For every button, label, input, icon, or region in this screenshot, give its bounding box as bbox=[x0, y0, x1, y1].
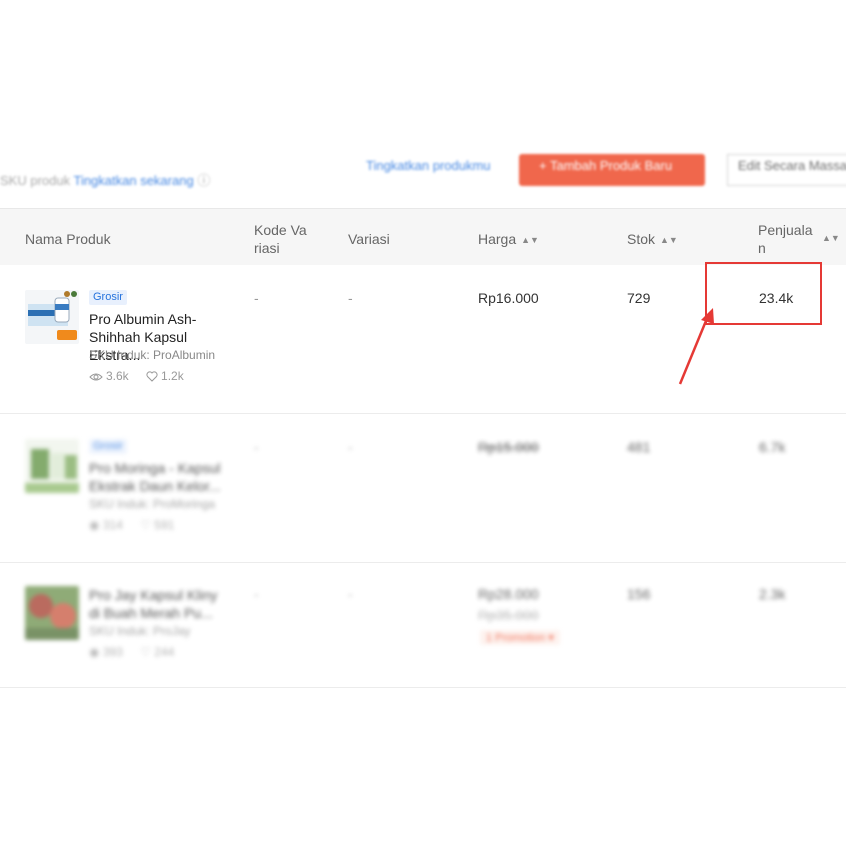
column-stock-label: Stok bbox=[627, 231, 656, 247]
variant-code: - bbox=[254, 586, 259, 602]
wholesale-badge: Grosir bbox=[89, 439, 127, 454]
heart-icon: ♡ bbox=[140, 518, 155, 532]
variant: - bbox=[348, 439, 353, 455]
sku-note-text: SKU produk bbox=[0, 173, 71, 188]
upgrade-products-link[interactable]: Tingkatkan produkmu bbox=[366, 158, 491, 173]
views-count: 393 bbox=[102, 645, 123, 659]
product-stats: 3.6k 1.2k bbox=[89, 369, 184, 383]
views-count: 3.6k bbox=[106, 369, 129, 383]
parent-sku: SKU Induk: ProAlbumin bbox=[89, 348, 216, 362]
column-sales[interactable]: Penjualan bbox=[758, 221, 814, 257]
column-price[interactable]: Harga ▲▼ bbox=[478, 230, 539, 249]
mass-edit-button[interactable]: Edit Secara Massal bbox=[727, 154, 846, 186]
highlight-box bbox=[705, 262, 822, 325]
product-stats: ◉ 314 ♡ 591 bbox=[89, 518, 174, 532]
heart-icon bbox=[146, 369, 161, 383]
eye-icon: ◉ bbox=[89, 645, 103, 659]
stock[interactable]: 729 bbox=[627, 290, 650, 306]
eye-icon: ◉ bbox=[89, 518, 103, 532]
table-header: Nama Produk Kode Va riasi Variasi Harga ▲… bbox=[0, 208, 846, 265]
annotation-arrow-icon bbox=[678, 308, 714, 385]
product-thumbnail[interactable] bbox=[25, 586, 79, 640]
variant-code: - bbox=[254, 290, 259, 306]
product-stats: ◉ 393 ♡ 244 bbox=[89, 645, 174, 659]
column-variant-code: Kode Va riasi bbox=[254, 222, 307, 256]
variant: - bbox=[348, 586, 353, 602]
variant: - bbox=[348, 290, 353, 306]
upgrade-now-link[interactable]: Tingkatkan sekarang bbox=[73, 173, 193, 188]
variant-code: - bbox=[254, 439, 259, 455]
column-variant: Variasi bbox=[348, 231, 390, 247]
product-name[interactable]: Pro Jay Kapsul Kliny di Buah Merah Pu... bbox=[89, 586, 221, 622]
likes-count: 1.2k bbox=[161, 369, 184, 383]
sort-icon[interactable]: ▲▼ bbox=[822, 233, 840, 243]
table-row: Pro Jay Kapsul Kliny di Buah Merah Pu...… bbox=[0, 563, 846, 688]
caret-down-icon: ▾ bbox=[548, 632, 554, 644]
price[interactable]: Rp28.000 bbox=[478, 586, 539, 602]
eye-icon bbox=[89, 369, 106, 383]
wholesale-badge: Grosir bbox=[89, 290, 127, 305]
add-product-button[interactable]: + Tambah Produk Baru bbox=[519, 154, 705, 186]
column-price-label: Harga bbox=[478, 231, 517, 247]
table-row: Grosir Pro Moringa - Kapsul Ekstrak Daun… bbox=[0, 414, 846, 563]
stock[interactable]: 481 bbox=[627, 439, 650, 455]
sku-note: SKU produk Tingkatkan sekarang ⓘ bbox=[0, 170, 210, 189]
price[interactable]: Rp15.000 bbox=[478, 439, 539, 455]
help-icon: ⓘ bbox=[197, 173, 211, 188]
toolbar: SKU produk Tingkatkan sekarang ⓘ Tingkat… bbox=[0, 150, 846, 206]
likes-count: 591 bbox=[154, 518, 175, 532]
column-product-name: Nama Produk bbox=[25, 231, 111, 247]
product-thumbnail[interactable] bbox=[25, 439, 79, 493]
promotion-label: 1 Promotion bbox=[486, 632, 546, 644]
product-name[interactable]: Pro Moringa - Kapsul Ekstrak Daun Kelor.… bbox=[89, 459, 221, 495]
sales: 6.7k bbox=[759, 439, 786, 455]
views-count: 314 bbox=[102, 518, 123, 532]
likes-count: 244 bbox=[154, 645, 175, 659]
parent-sku: SKU Induk: ProJay bbox=[89, 624, 191, 638]
sales: 2.3k bbox=[759, 586, 786, 602]
heart-icon: ♡ bbox=[140, 645, 155, 659]
price[interactable]: Rp16.000 bbox=[478, 290, 539, 306]
stock[interactable]: 156 bbox=[627, 586, 650, 602]
promotion-dropdown[interactable]: 1 Promotion ▾ bbox=[480, 630, 560, 645]
product-thumbnail[interactable] bbox=[25, 290, 79, 344]
sort-icon[interactable]: ▲▼ bbox=[521, 231, 539, 249]
sort-icon[interactable]: ▲▼ bbox=[660, 231, 678, 249]
parent-sku: SKU Induk: ProMoringa bbox=[89, 497, 216, 511]
column-stock[interactable]: Stok ▲▼ bbox=[627, 230, 678, 249]
original-price: Rp35.000 bbox=[478, 607, 539, 623]
